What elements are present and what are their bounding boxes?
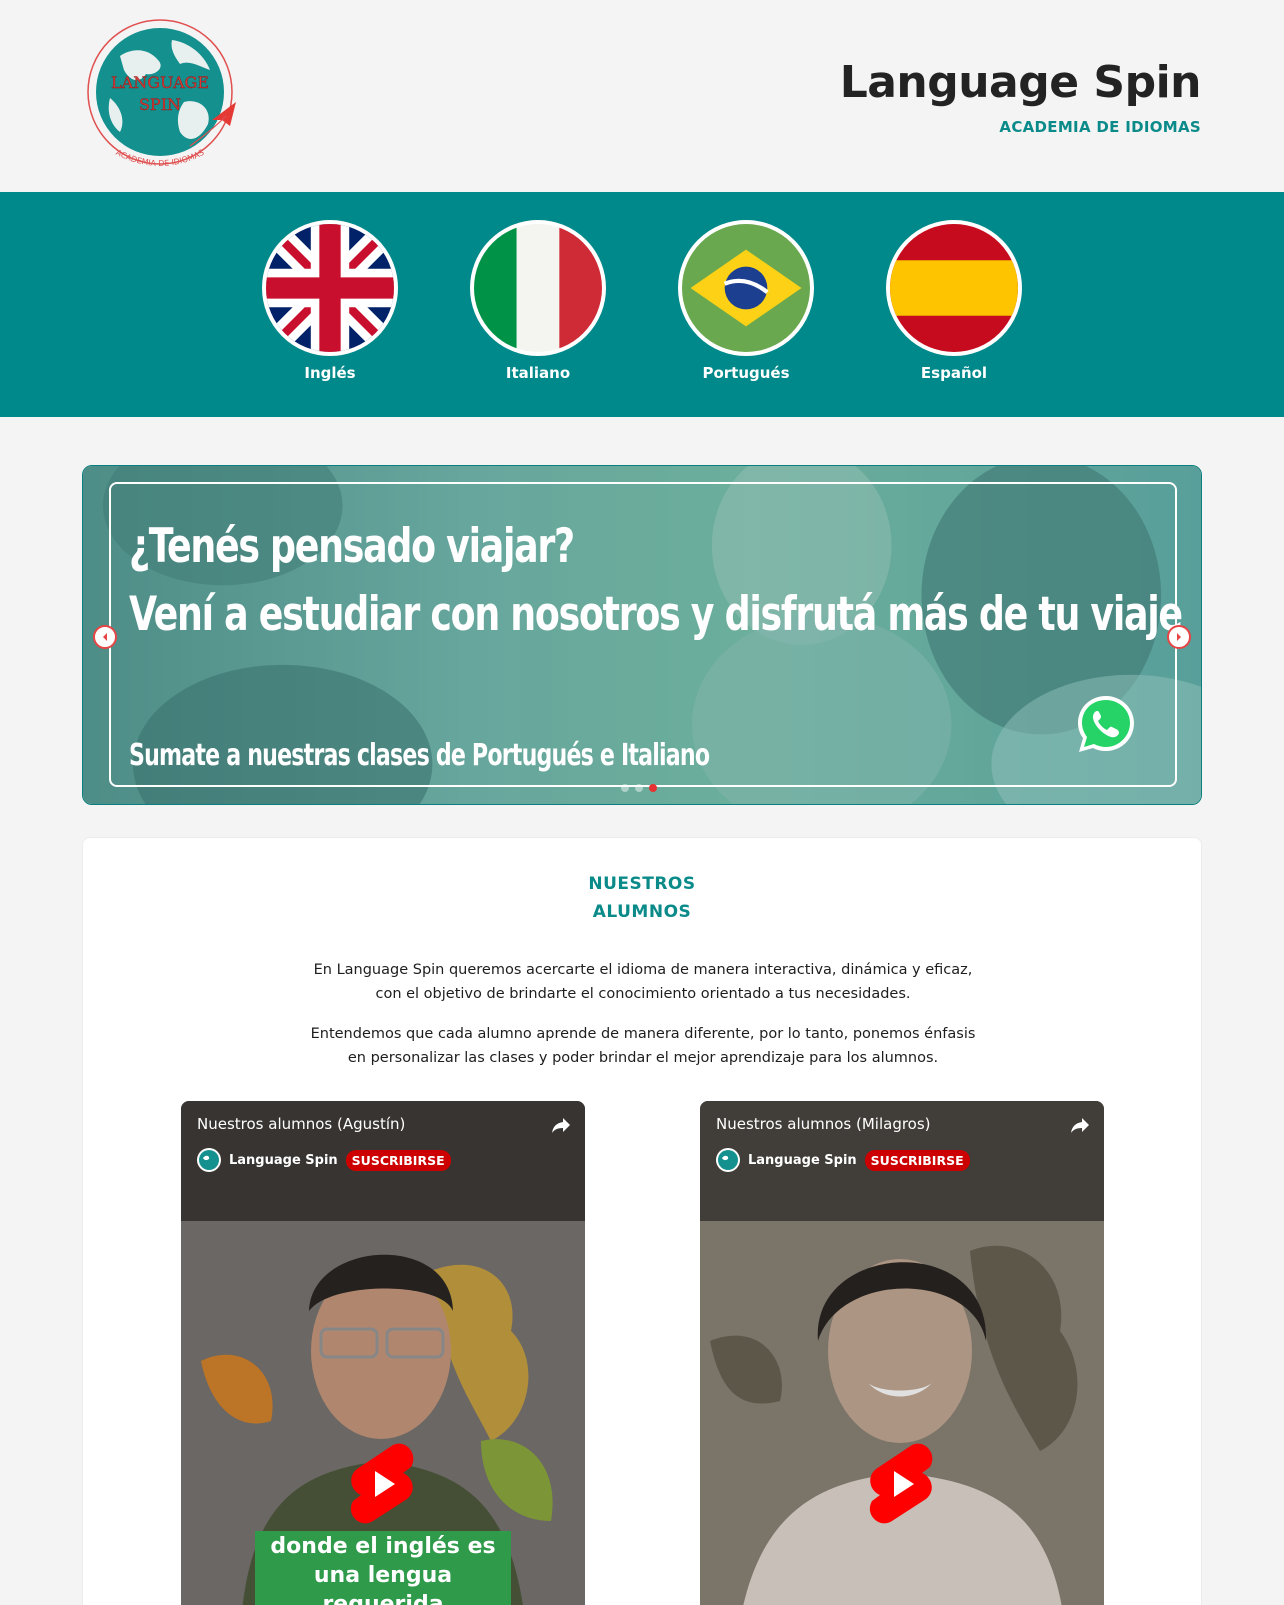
youtube-shorts-play-button[interactable] xyxy=(347,1441,417,1527)
video-embed-milagros[interactable]: Nuestros alumnos (Milagros) Language Spi… xyxy=(700,1101,1104,1605)
language-label: Italiano xyxy=(505,364,571,382)
svg-text:SPIN: SPIN xyxy=(139,95,181,114)
whatsapp-icon xyxy=(1078,696,1134,752)
subscribe-button[interactable]: SUSCRIBIRSE xyxy=(345,1149,451,1171)
video-title[interactable]: Nuestros alumnos (Milagros) xyxy=(716,1115,931,1133)
section-title-line2: ALUMNOS xyxy=(592,902,692,922)
chevron-right-icon xyxy=(1177,633,1181,641)
language-link-italiano[interactable]: Italiano xyxy=(470,220,606,382)
carousel-prev-button[interactable] xyxy=(93,625,117,649)
video-caption: donde el inglés es una lengua requerida xyxy=(255,1531,511,1605)
carousel-headline-line1: ¿Tenés pensado viajar? xyxy=(129,519,575,574)
channel-row: Language Spin SUSCRIBIRSE xyxy=(716,1148,970,1172)
intro-paragraph-1: En Language Spin queremos acercarte el i… xyxy=(313,962,973,1002)
share-button[interactable] xyxy=(1068,1113,1092,1137)
brand-block: Language Spin ACADEMIA DE IDIOMAS xyxy=(840,56,1202,136)
site-header: LANGUAGE SPIN ACADEMIA DE IDIOMAS Langua… xyxy=(0,0,1284,192)
share-arrow-icon xyxy=(1071,1118,1089,1133)
intro-paragraph-2: Entendemos que cada alumno aprende de ma… xyxy=(310,1026,976,1066)
video-title[interactable]: Nuestros alumnos (Agustín) xyxy=(197,1115,405,1133)
language-label: Español xyxy=(920,364,988,382)
youtube-shorts-play-button[interactable] xyxy=(866,1441,936,1527)
italy-flag-icon xyxy=(470,220,606,356)
section-title: NUESTROS ALUMNOS xyxy=(83,870,1201,926)
video-caption-line2: una lengua requerida xyxy=(313,1563,453,1605)
language-link-espanol[interactable]: Español xyxy=(886,220,1022,382)
carousel-dot-active[interactable] xyxy=(649,784,657,792)
channel-name[interactable]: Language Spin xyxy=(748,1153,857,1168)
carousel-dot[interactable] xyxy=(635,784,643,792)
chevron-left-icon xyxy=(103,633,107,641)
uk-flag-icon xyxy=(262,220,398,356)
language-label: Portugués xyxy=(702,364,790,382)
site-title[interactable]: Language Spin xyxy=(840,56,1202,110)
video-thumbnail xyxy=(181,1101,585,1605)
carousel-headline: ¿Tenés pensado viajar? Vení a estudiar c… xyxy=(129,513,1183,649)
spain-flag-icon xyxy=(886,220,1022,356)
carousel-dot[interactable] xyxy=(621,784,629,792)
carousel-next-button[interactable] xyxy=(1167,625,1191,649)
language-spin-logo[interactable]: LANGUAGE SPIN ACADEMIA DE IDIOMAS xyxy=(80,16,245,181)
language-link-ingles[interactable]: Inglés xyxy=(262,220,398,382)
whatsapp-button[interactable] xyxy=(1074,692,1138,756)
section-title-line1: NUESTROS xyxy=(588,874,696,894)
language-link-portugues[interactable]: Portugués xyxy=(678,220,814,382)
video-thumbnail xyxy=(700,1101,1104,1605)
youtube-shorts-icon xyxy=(350,1443,414,1524)
video-embed-agustin[interactable]: Nuestros alumnos (Agustín) Language Spin… xyxy=(181,1101,585,1605)
share-button[interactable] xyxy=(549,1113,573,1137)
hero-carousel[interactable]: ¿Tenés pensado viajar? Vení a estudiar c… xyxy=(82,465,1202,805)
site-subtitle: ACADEMIA DE IDIOMAS xyxy=(999,118,1201,136)
subscribe-button[interactable]: SUSCRIBIRSE xyxy=(864,1149,970,1171)
carousel-subline: Sumate a nuestras clases de Portugués e … xyxy=(129,738,710,773)
channel-name[interactable]: Language Spin xyxy=(229,1153,338,1168)
carousel-headline-line2: Vení a estudiar con nosotros y disfrutá … xyxy=(129,587,1183,642)
carousel-indicators xyxy=(621,784,657,792)
youtube-shorts-icon xyxy=(869,1443,933,1524)
students-section: NUESTROS ALUMNOS En Language Spin querem… xyxy=(82,837,1202,1605)
channel-avatar[interactable] xyxy=(716,1148,740,1172)
svg-text:LANGUAGE: LANGUAGE xyxy=(111,73,209,92)
channel-avatar[interactable] xyxy=(197,1148,221,1172)
languages-nav: Inglés Italiano Portugués Español xyxy=(0,192,1284,417)
language-label: Inglés xyxy=(304,364,356,382)
brazil-flag-icon xyxy=(678,220,814,356)
video-caption-line1: donde el inglés es xyxy=(270,1534,496,1559)
channel-row: Language Spin SUSCRIBIRSE xyxy=(197,1148,451,1172)
share-arrow-icon xyxy=(552,1118,570,1133)
